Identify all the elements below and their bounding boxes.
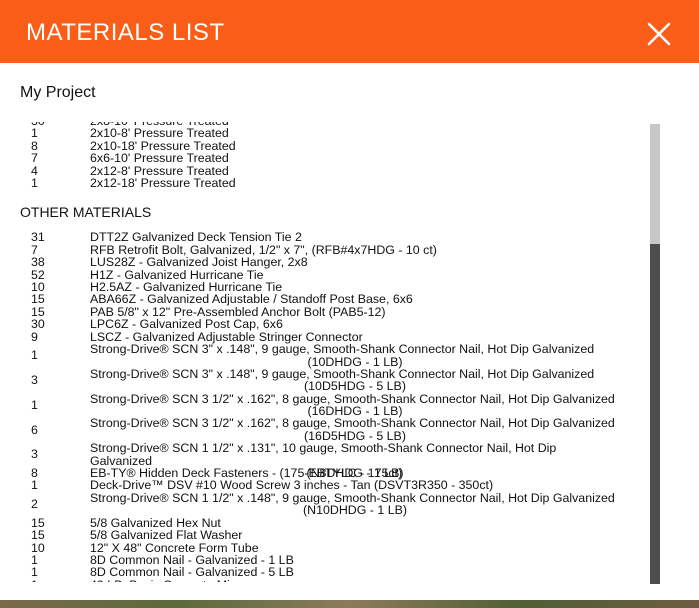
- item-description: Strong-Drive® SCN 1 1/2" x .131", 10 gau…: [90, 441, 620, 480]
- list-item: 3 Strong-Drive® SCN 1 1/2" x .131", 10 ga…: [20, 441, 642, 480]
- item-quantity: 3: [31, 373, 38, 388]
- item-description-line: Strong-Drive® SCN 1 1/2" x .131", 10 gau…: [90, 441, 557, 468]
- item-quantity: 15: [31, 528, 45, 543]
- item-description-line: 2x12-18' Pressure Treated: [90, 176, 236, 191]
- scrollbar-thumb[interactable]: [650, 124, 660, 244]
- item-quantity: 1: [31, 397, 38, 412]
- item-quantity: 38: [31, 255, 45, 270]
- list-item: 6 Strong-Drive® SCN 3 1/2" x .162", 8 gau…: [20, 417, 642, 442]
- item-quantity: 30: [31, 317, 45, 332]
- item-description: Strong-Drive® SCN 3" x .148", 9 gauge, S…: [90, 343, 620, 368]
- other-materials-heading: OTHER MATERIALS: [20, 204, 152, 221]
- item-quantity: 2: [31, 497, 38, 512]
- list-item: 3 Strong-Drive® SCN 3" x .148", 9 gauge, …: [20, 368, 642, 393]
- item-description: 40 LB. Basic Concrete Mix: [90, 579, 620, 582]
- materials-list-modal: MATERIALS LIST My Project 302x8-10' Pres…: [0, 0, 699, 600]
- list-item: 1 2x12-18' Pressure Treated: [20, 176, 642, 191]
- close-icon[interactable]: [641, 16, 677, 52]
- modal-header: MATERIALS LIST: [0, 0, 699, 63]
- materials-scroll-area[interactable]: 302x8-10' Pressure Treated12x10-8' Press…: [20, 122, 642, 582]
- other-materials-list: 31 DTT2Z Galvanized Deck Tension Tie 2 7 RF…: [20, 231, 642, 582]
- item-quantity: 1: [31, 565, 38, 580]
- project-name: My Project: [20, 84, 96, 101]
- item-quantity: 1: [31, 478, 38, 493]
- materials-list: 302x8-10' Pressure Treated12x10-8' Press…: [20, 122, 642, 582]
- item-quantity: 9: [31, 329, 38, 344]
- list-item: 1 Strong-Drive® SCN 3 1/2" x .162", 8 gau…: [20, 392, 642, 417]
- item-description: Strong-Drive® SCN 3 1/2" x .162", 8 gaug…: [90, 392, 620, 417]
- item-quantity: 1: [31, 348, 38, 363]
- list-item: 1 Strong-Drive® SCN 3" x .148", 9 gauge, …: [20, 343, 642, 368]
- item-description-line: 40 LB. Basic Concrete Mix: [90, 578, 236, 582]
- item-quantity: 15: [31, 292, 45, 307]
- item-quantity: 1: [31, 126, 38, 141]
- item-description-line: Strong-Drive® SCN 3" x .148", 9 gauge, S…: [90, 342, 595, 357]
- lumber-list: 302x8-10' Pressure Treated12x10-8' Press…: [20, 122, 642, 189]
- modal-title: MATERIALS LIST: [26, 19, 225, 46]
- item-quantity: 6: [31, 422, 38, 437]
- item-description: 2x12-18' Pressure Treated: [90, 177, 620, 189]
- item-quantity: 7: [31, 151, 38, 166]
- list-item: 2 Strong-Drive® SCN 1 1/2" x .148", 9 gau…: [20, 492, 642, 517]
- item-description: Strong-Drive® SCN 3 1/2" x .162", 8 gaug…: [90, 417, 620, 442]
- list-item: 140 LB. Basic Concrete Mix: [20, 578, 642, 582]
- item-quantity: 31: [31, 230, 45, 245]
- item-quantity: 1: [31, 176, 38, 191]
- item-description: Strong-Drive® SCN 3" x .148", 9 gauge, S…: [90, 368, 620, 393]
- item-quantity: 1: [20, 578, 90, 582]
- item-quantity: 3: [31, 447, 38, 462]
- item-description: Strong-Drive® SCN 1 1/2" x .148", 9 gaug…: [90, 492, 620, 517]
